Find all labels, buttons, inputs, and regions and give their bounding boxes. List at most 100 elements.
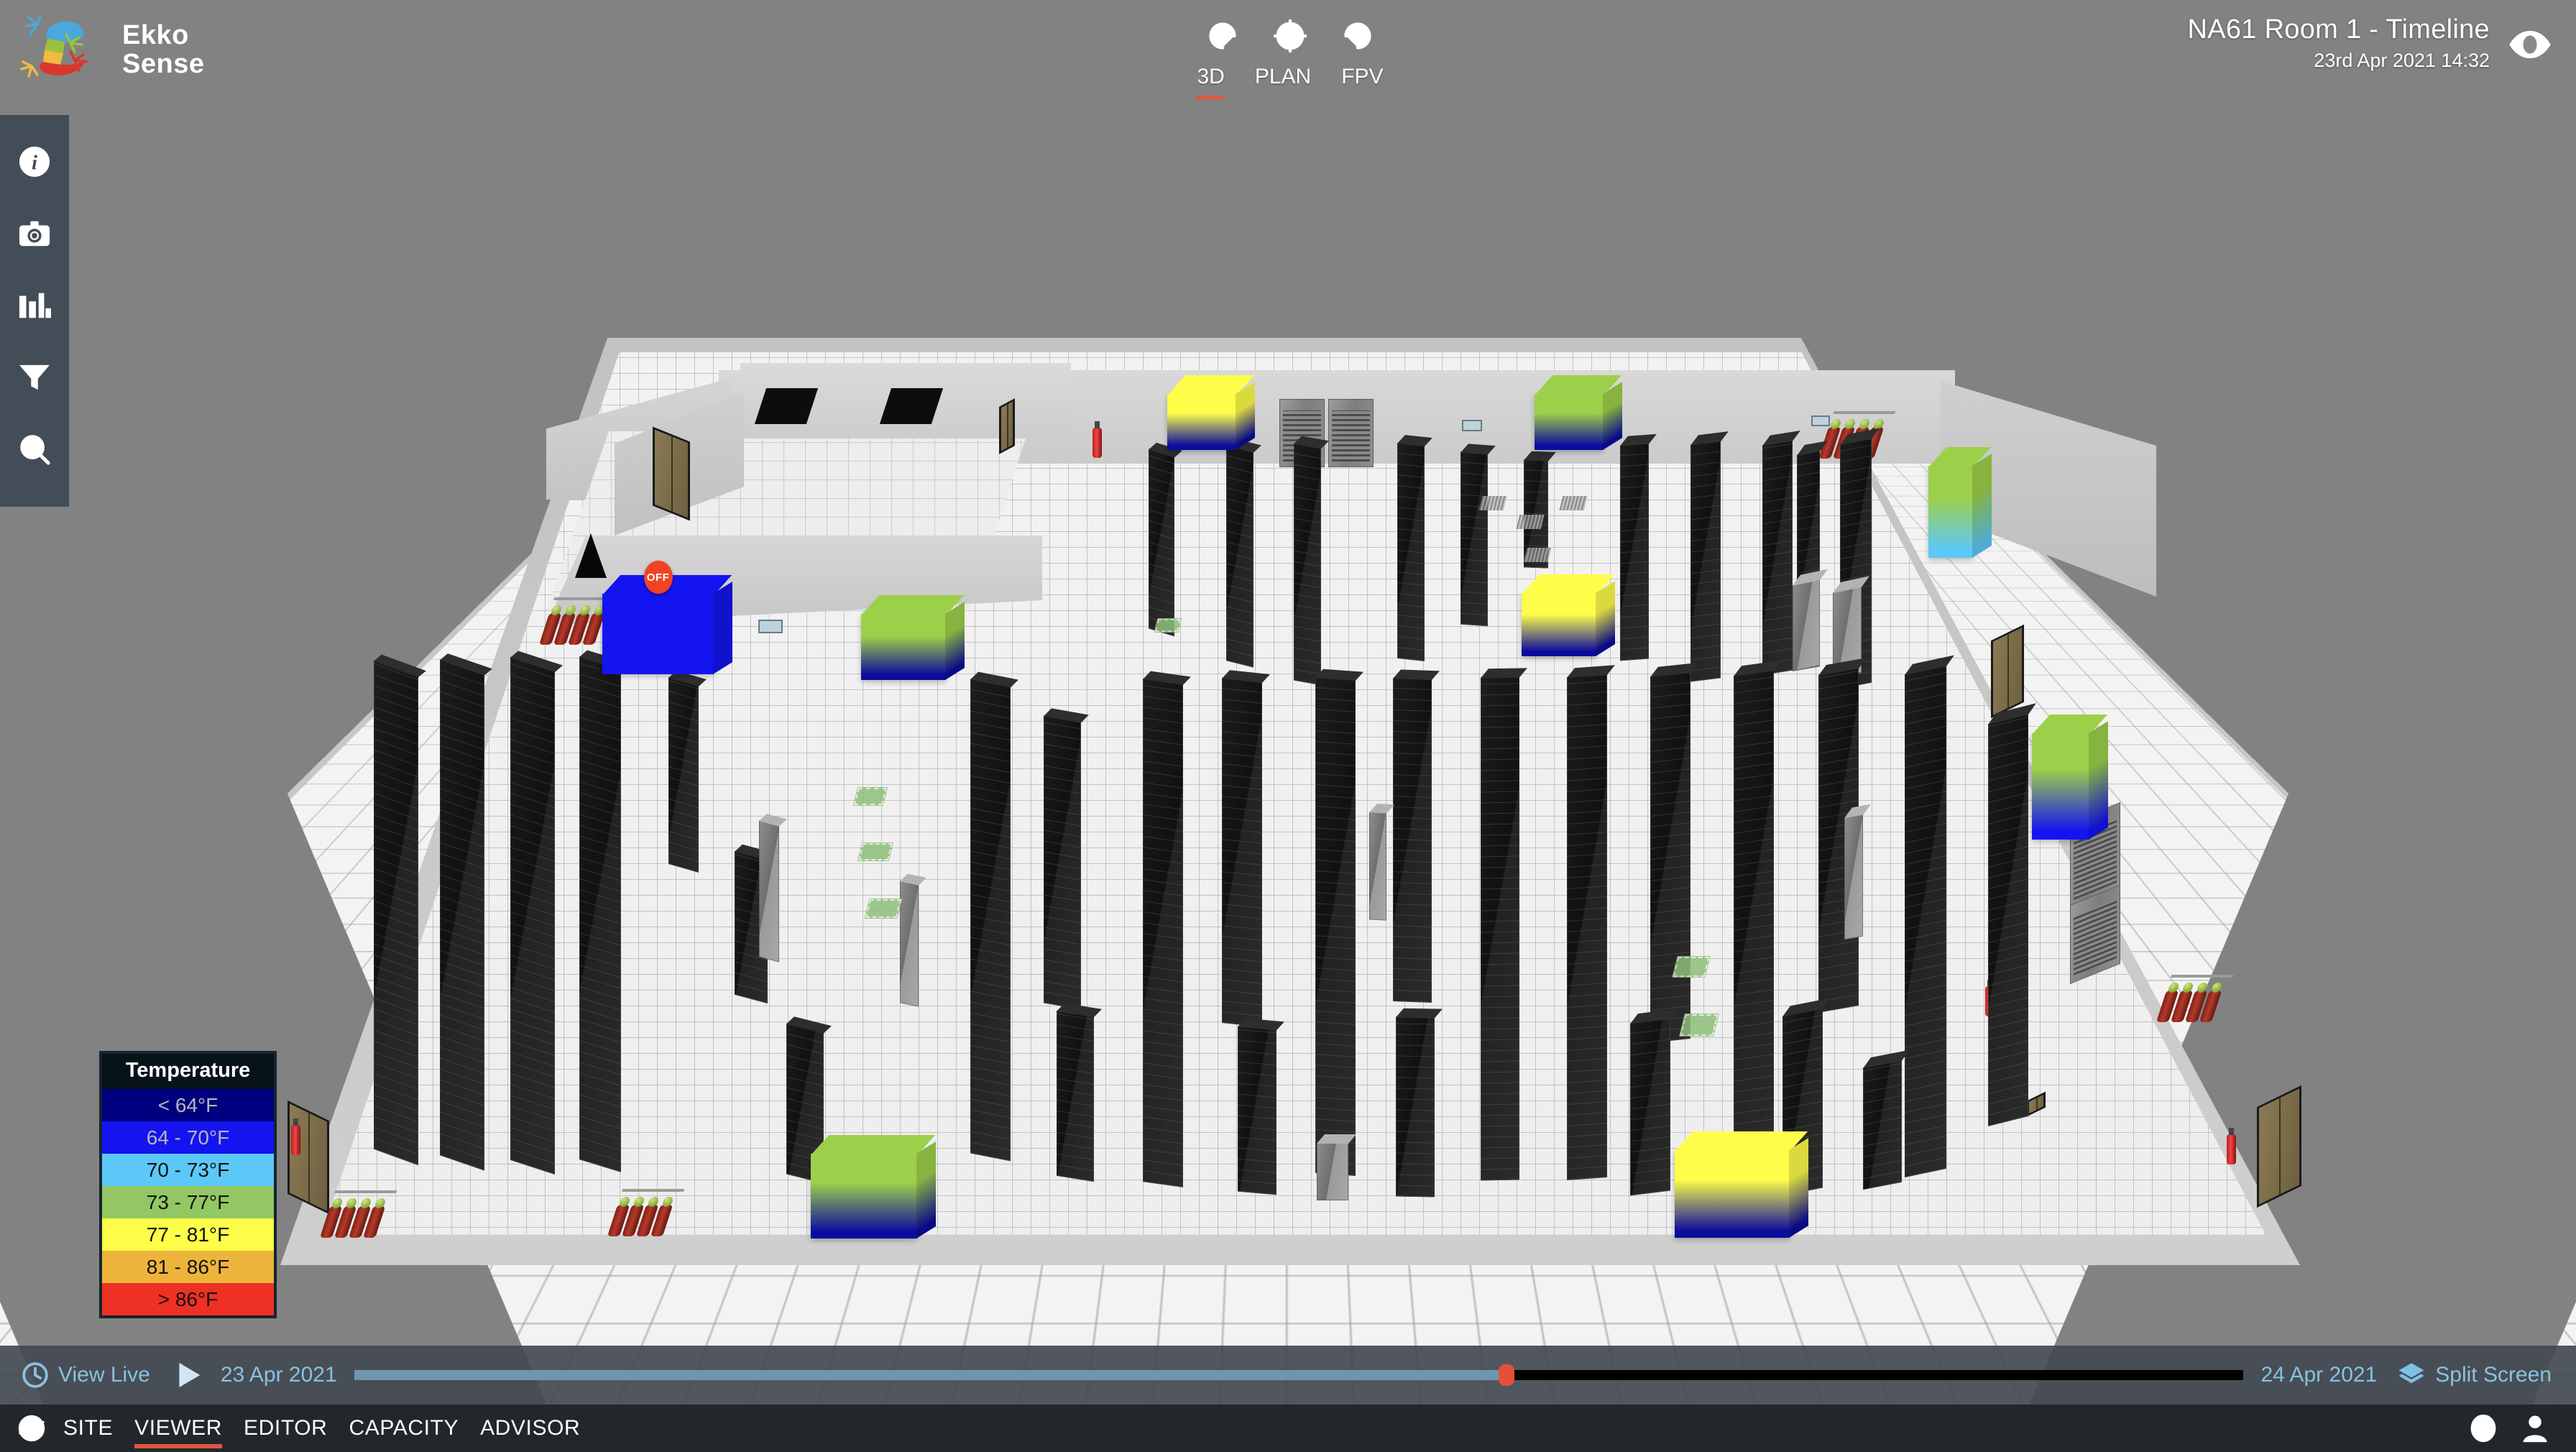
crac-side-face	[1972, 454, 1992, 558]
crac-front-face	[861, 614, 946, 680]
vent-tile	[1679, 1014, 1719, 1037]
tab-fpv[interactable]: FPV	[1341, 65, 1383, 99]
nav-advisor[interactable]: ADVISOR	[480, 1405, 580, 1452]
equipment-cabinet[interactable]	[1317, 1134, 1356, 1200]
search-icon[interactable]	[14, 428, 55, 470]
tab-3d[interactable]: 3D	[1197, 65, 1225, 99]
crac-side-face	[2089, 721, 2108, 840]
user-avatar-icon[interactable]	[2518, 1412, 2552, 1445]
crac-unit[interactable]	[811, 1135, 936, 1239]
crac-unit[interactable]	[1522, 574, 1615, 656]
help-icon[interactable]: ?	[2467, 1412, 2500, 1445]
server-rack-row[interactable]	[1057, 1003, 1102, 1182]
legend-row: 73 - 77°F	[102, 1186, 274, 1218]
server-rack-row[interactable]	[1044, 708, 1089, 1010]
server-rack-row[interactable]	[1988, 703, 2036, 1126]
crac-front-face	[2032, 733, 2089, 840]
info-icon[interactable]: i	[14, 141, 55, 183]
server-rack-row[interactable]	[1397, 435, 1432, 661]
server-rack-row[interactable]	[1863, 1049, 1910, 1190]
nav-capacity[interactable]: CAPACITY	[349, 1405, 459, 1452]
fire-extinguisher-icon	[291, 1118, 300, 1155]
split-screen-button[interactable]: Split Screen	[2397, 1361, 2552, 1389]
header-title-block: NA61 Room 1 - Timeline 23rd Apr 2021 14:…	[2187, 14, 2490, 72]
containment-panel[interactable]	[900, 873, 926, 1007]
crac-off-badge[interactable]: OFF	[643, 561, 673, 594]
rotate-right-icon[interactable]	[1338, 16, 1378, 56]
crac-unit[interactable]	[1167, 375, 1255, 450]
fire-extinguisher-icon	[1092, 421, 1102, 458]
legend-row: 81 - 86°F	[102, 1251, 274, 1283]
door[interactable]	[288, 1100, 329, 1215]
wall-sensor-box[interactable]	[1462, 420, 1482, 431]
grille-tile	[1523, 548, 1552, 562]
eye-icon[interactable]	[2504, 26, 2556, 63]
brand-logo[interactable]: Ekko Sense	[16, 12, 246, 91]
server-rack-row[interactable]	[1315, 668, 1363, 1176]
timeline-bar: View Live 23 Apr 2021 24 Apr 2021 Split …	[0, 1346, 2576, 1405]
nav-site[interactable]: SITE	[63, 1405, 113, 1452]
server-rack-row[interactable]	[1650, 662, 1698, 1043]
server-rack-row[interactable]	[1222, 670, 1270, 1027]
door[interactable]	[1991, 624, 2024, 719]
server-rack-row[interactable]	[374, 654, 426, 1166]
view-live-button[interactable]: View Live	[22, 1361, 150, 1389]
server-rack-row[interactable]	[1905, 655, 1954, 1178]
server-rack-row[interactable]	[579, 650, 629, 1172]
tab-plan[interactable]: PLAN	[1255, 65, 1311, 99]
server-rack-row[interactable]	[970, 671, 1018, 1162]
filter-icon[interactable]	[14, 357, 55, 398]
nav-viewer[interactable]: VIEWER	[134, 1405, 222, 1452]
server-rack-row[interactable]	[1734, 660, 1782, 1179]
containment-panel[interactable]	[1369, 803, 1394, 921]
containment-panel[interactable]	[1844, 804, 1871, 940]
server-rack-row[interactable]	[1294, 436, 1329, 686]
nav-editor[interactable]: EDITOR	[244, 1405, 327, 1452]
server-rack-row[interactable]	[1630, 1008, 1678, 1196]
recenter-icon[interactable]	[1270, 16, 1310, 56]
equipment-cabinet[interactable]	[1793, 569, 1828, 672]
server-rack-row[interactable]	[1238, 1018, 1284, 1195]
tool-rail: i	[0, 115, 69, 507]
brand-name-line1: Ekko	[122, 20, 189, 50]
server-rack-row[interactable]	[1481, 668, 1527, 1181]
crac-unit[interactable]	[1535, 375, 1622, 450]
wall-sensor-box[interactable]	[1811, 415, 1830, 426]
timeline-slider-handle[interactable]	[1499, 1364, 1515, 1386]
crac-unit[interactable]	[861, 595, 965, 680]
server-rack-row[interactable]	[1620, 433, 1657, 661]
server-rack-row[interactable]	[440, 653, 492, 1171]
crac-side-face	[713, 582, 732, 674]
containment-panel[interactable]	[759, 814, 787, 962]
server-rack-row[interactable]	[510, 651, 563, 1175]
server-rack-row[interactable]	[668, 671, 707, 873]
crac-front-face	[602, 594, 714, 674]
server-rack-row[interactable]	[1396, 1008, 1443, 1198]
ekkosense-3d-viewer: OFF Ekko Sense i 3D PLAN FPV NA61 Room 1…	[0, 0, 2576, 1452]
clock-icon	[22, 1362, 48, 1388]
crac-unit[interactable]: OFF	[602, 561, 732, 674]
camera-icon[interactable]	[14, 213, 55, 254]
door[interactable]	[999, 398, 1015, 454]
rotate-left-icon[interactable]	[1202, 16, 1243, 56]
door[interactable]	[653, 426, 690, 521]
server-rack-row[interactable]	[1690, 431, 1729, 682]
server-rack-row[interactable]	[1460, 444, 1496, 627]
server-rack-row[interactable]	[1149, 442, 1182, 637]
server-rack-row[interactable]	[1567, 665, 1615, 1180]
timeline-slider[interactable]	[354, 1364, 2244, 1386]
server-rack-row[interactable]	[1143, 671, 1191, 1187]
crac-unit[interactable]	[2032, 714, 2108, 840]
server-rack-row[interactable]	[1226, 438, 1261, 668]
play-icon[interactable]	[173, 1359, 205, 1391]
crac-unit[interactable]	[1675, 1131, 1808, 1238]
bar-chart-icon[interactable]	[14, 285, 55, 326]
crac-unit[interactable]	[1928, 447, 1992, 558]
bottom-navigation: SITE VIEWER EDITOR CAPACITY ADVISOR ?	[0, 1405, 2576, 1452]
scene-viewport[interactable]: OFF	[0, 0, 2576, 1452]
server-rack-row[interactable]	[1762, 430, 1800, 676]
globe-icon[interactable]	[16, 1412, 47, 1444]
electrical-panel[interactable]	[1328, 399, 1374, 467]
wall-sensor-box[interactable]	[758, 620, 783, 633]
server-rack-row[interactable]	[1393, 669, 1440, 1003]
